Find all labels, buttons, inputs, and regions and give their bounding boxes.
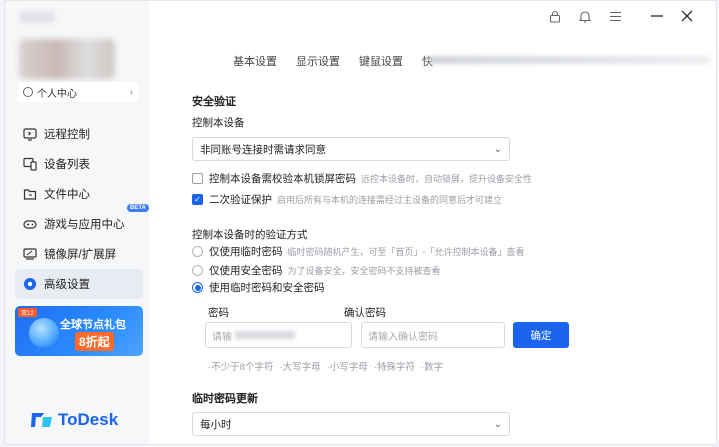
verify-method-title: 控制本设备时的验证方式 [192, 229, 308, 241]
mirror-screen-icon [23, 248, 37, 260]
lockscreen-hint: 远控本设备时，自动锁屏，提升设备安全性 [361, 174, 533, 184]
control-mode-select[interactable]: 非同账号连接时需请求同意 ⌄ [192, 137, 510, 161]
sidebar-item-advanced-settings[interactable]: 高级设置 [15, 269, 143, 299]
radio-hint: 临时密码随机产生，可至「首页」-「允许控制本设备」查看 [287, 247, 525, 257]
control-mode-value: 非同账号连接时需请求同意 [200, 143, 326, 156]
close-icon[interactable] [672, 7, 702, 25]
device-list-icon [23, 157, 37, 171]
temp-update-select[interactable]: 每小时 ⌄ [192, 412, 510, 436]
confirm-password-placeholder: 请输入确认密码 [368, 331, 438, 343]
personal-center-label: 个人中心 [37, 88, 77, 100]
sidebar-item-label: 高级设置 [44, 279, 90, 291]
radio-label: 使用临时密码和安全密码 [209, 282, 325, 294]
requirement-item: ·不少于8个字符 [208, 362, 274, 373]
gamepad-icon [23, 220, 37, 229]
chevron-down-icon: ⌄ [493, 143, 502, 155]
confirm-password-label: 确认密码 [344, 307, 386, 319]
password-label: 密码 [208, 307, 229, 319]
requirement-item: ·小写字母 [326, 362, 368, 373]
radio-temp-password[interactable]: 仅使用临时密码 临时密码随机产生，可至「首页」-「允许控制本设备」查看 [192, 244, 525, 259]
two-factor-hint: 启用后所有与本机的连接需经过主设备的同意后才可建立 [277, 195, 503, 205]
avatar[interactable] [19, 39, 115, 79]
app-window: 个人中心 › 远程控制 设备列表 文件中心 游戏与应用中心 镜像屏/扩展屏 高级… [4, 0, 717, 445]
settings-tabs: 基本设置 显示设置 键鼠设置 快 [233, 53, 433, 69]
minimize-icon[interactable] [642, 7, 672, 25]
sidebar-item-label: 文件中心 [44, 189, 90, 201]
control-device-label: 控制本设备 [192, 117, 245, 129]
lock-icon[interactable] [540, 7, 570, 25]
requirement-item: ·特殊字符 [373, 362, 415, 373]
chevron-down-icon: ⌄ [493, 418, 502, 430]
two-factor-label: 二次验证保护 [209, 194, 272, 206]
lockscreen-label: 控制本设备需校验本机锁屏密码 [209, 173, 356, 185]
logo-text: ToDesk [58, 410, 119, 429]
two-factor-checkbox[interactable]: ✓ [192, 194, 203, 205]
main-panel: 基本设置 显示设置 键鼠设置 快 安全验证 控制本设备 非同账号连接时需请求同意… [149, 1, 716, 444]
promo-title: 全球节点礼包 [60, 319, 126, 331]
promo-banner[interactable]: 双12 全球节点礼包 8折起 [15, 306, 143, 356]
radio-hint: 为了设备安全，安全密码不支持被查看 [287, 266, 441, 276]
confirm-password-field[interactable]: 请输入确认密码 [361, 322, 505, 348]
sidebar-item-label: 镜像屏/扩展屏 [44, 249, 117, 261]
radio-both-passwords[interactable]: 使用临时密码和安全密码 [192, 280, 325, 295]
tab-display-settings[interactable]: 显示设置 [296, 53, 340, 69]
user-icon [23, 87, 33, 97]
sidebar-item-remote-control[interactable]: 远程控制 [15, 119, 143, 149]
chevron-right-icon: › [129, 86, 133, 98]
todesk-logo: ToDesk [31, 410, 118, 430]
window-controls [540, 7, 702, 25]
lockscreen-checkbox[interactable] [192, 173, 203, 184]
tab-keyboard-mouse-settings[interactable]: 键鼠设置 [359, 53, 403, 69]
password-placeholder: 请输 [212, 331, 232, 343]
titlebar-divider [630, 7, 642, 25]
radio-label: 仅使用临时密码 [209, 246, 283, 258]
beta-badge: BETA [127, 204, 149, 212]
file-center-icon [23, 189, 37, 200]
sidebar: 个人中心 › 远程控制 设备列表 文件中心 游戏与应用中心 镜像屏/扩展屏 高级… [5, 1, 149, 444]
section-title-security: 安全验证 [192, 96, 236, 108]
sidebar-item-label: 游戏与应用中心 [44, 219, 125, 231]
temp-update-value: 每小时 [200, 418, 232, 431]
remote-control-icon [23, 128, 37, 141]
password-field[interactable]: 请输 [205, 322, 352, 348]
bell-icon[interactable] [570, 7, 600, 25]
radio-button[interactable] [192, 265, 203, 276]
tabs-blurred-overflow [429, 56, 709, 64]
sidebar-item-file-center[interactable]: 文件中心 [15, 179, 143, 209]
todesk-logo-icon [31, 413, 52, 427]
sidebar-item-device-list[interactable]: 设备列表 [15, 149, 143, 179]
lockscreen-password-option[interactable]: 控制本设备需校验本机锁屏密码 远控本设备时，自动锁屏，提升设备安全性 [192, 171, 532, 186]
password-requirements: ·不少于8个字符 ·大写字母 ·小写字母 ·特殊字符 ·数字 [208, 359, 443, 373]
radio-label: 仅使用安全密码 [209, 265, 283, 277]
app-title-blurred [19, 11, 55, 23]
gear-icon [24, 278, 36, 290]
radio-button[interactable] [192, 246, 203, 257]
sidebar-item-mirror-screen[interactable]: 镜像屏/扩展屏 [15, 239, 143, 269]
confirm-button[interactable]: 确定 [513, 322, 569, 348]
promo-tag: 双12 [18, 308, 37, 317]
sidebar-nav: 远程控制 设备列表 文件中心 游戏与应用中心 镜像屏/扩展屏 高级设置 BETA [15, 119, 149, 299]
sidebar-item-label: 远程控制 [44, 129, 90, 141]
radio-button[interactable] [192, 282, 203, 293]
requirement-item: ·大写字母 [279, 362, 321, 373]
sidebar-item-label: 设备列表 [44, 159, 90, 171]
personal-center-button[interactable]: 个人中心 › [17, 82, 139, 102]
two-factor-option[interactable]: ✓ 二次验证保护 启用后所有与本机的连接需经过主设备的同意后才可建立 [192, 192, 502, 207]
requirement-item: ·数字 [420, 362, 444, 373]
section-title-temp-update: 临时密码更新 [192, 393, 258, 405]
globe-icon [29, 318, 59, 348]
password-blurred [235, 331, 295, 339]
radio-security-password[interactable]: 仅使用安全密码 为了设备安全，安全密码不支持被查看 [192, 263, 441, 278]
sidebar-item-game-app-center[interactable]: 游戏与应用中心 [15, 209, 143, 239]
tab-basic-settings[interactable]: 基本设置 [233, 53, 277, 69]
promo-discount: 8折起 [75, 332, 114, 351]
menu-icon[interactable] [600, 7, 630, 25]
